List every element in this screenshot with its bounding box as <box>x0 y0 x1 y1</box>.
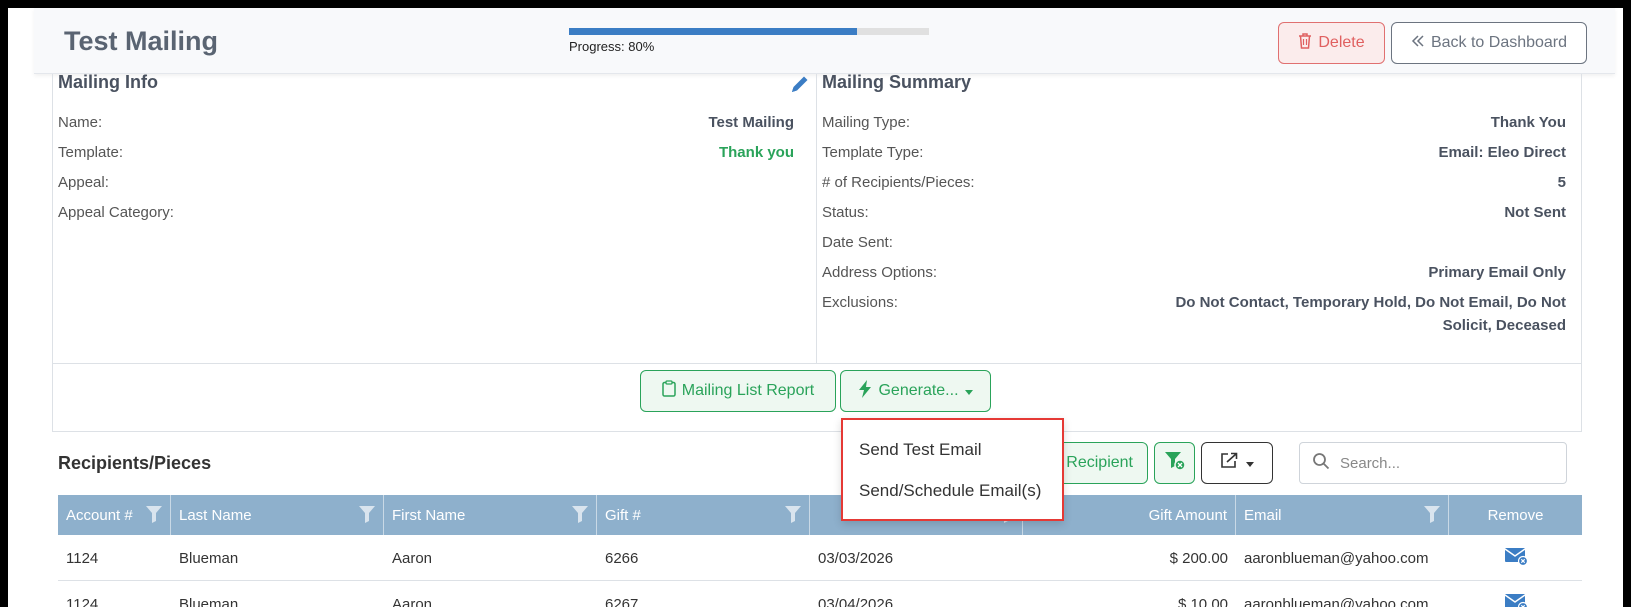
info-label-appeal-category: Appeal Category: <box>58 204 174 221</box>
remove-recipient-button[interactable] <box>1449 581 1582 607</box>
cell-gift-number: 6266 <box>605 549 639 567</box>
filter-icon[interactable] <box>1424 506 1440 527</box>
summary-label-date-sent: Date Sent: <box>822 234 893 251</box>
filter-button[interactable] <box>1154 442 1195 484</box>
cell-account: 1124 <box>66 595 99 607</box>
cell-account: 1124 <box>66 549 99 567</box>
column-header-last-name[interactable]: Last Name <box>171 495 384 535</box>
info-value-name: Test Mailing <box>708 114 794 131</box>
recipients-title: Recipients/Pieces <box>58 453 212 473</box>
cell-gift-amount: $ 10.00 <box>1177 595 1228 607</box>
progress-fill <box>569 28 857 35</box>
column-label: Remove <box>1487 506 1544 524</box>
table-row[interactable]: 1124 Blueman Aaron 6266 03/03/2026 $ 200… <box>58 535 1582 581</box>
column-label: Gift # <box>605 506 641 524</box>
filter-icon[interactable] <box>146 506 162 527</box>
caret-down-icon <box>1246 454 1254 472</box>
summary-value-address-options: Primary Email Only <box>1428 264 1566 281</box>
summary-value-recipients: 5 <box>1557 174 1566 191</box>
column-label: First Name <box>392 506 466 524</box>
filter-icon[interactable] <box>572 506 588 527</box>
generate-dropdown-button[interactable]: Generate... <box>840 370 991 412</box>
column-header-gift-number[interactable]: Gift # <box>597 495 810 535</box>
filter-icon[interactable] <box>359 506 375 527</box>
filter-icon[interactable] <box>785 506 801 527</box>
column-label: Account # <box>66 506 133 524</box>
column-header-email[interactable]: Email <box>1236 495 1449 535</box>
caret-down-icon <box>964 382 973 400</box>
generate-dropdown-menu: Send Test Email Send/Schedule Email(s) <box>841 418 1064 521</box>
summary-value-exclusions-line2: Solicit, Deceased <box>1442 317 1566 334</box>
search-input[interactable] <box>1340 454 1540 472</box>
summary-value-status: Not Sent <box>1504 204 1566 221</box>
pencil-icon[interactable] <box>789 73 811 100</box>
column-label: Email <box>1244 506 1282 524</box>
page-header: Test Mailing Progress: 80% Delete Back t… <box>34 8 1615 74</box>
generate-label: Generate... <box>878 382 959 399</box>
column-header-remove: Remove <box>1449 495 1582 535</box>
cell-email: aaronblueman@yahoo.com <box>1244 549 1429 567</box>
mailing-summary-title: Mailing Summary <box>822 72 972 92</box>
menu-item-send-schedule-emails[interactable]: Send/Schedule Email(s) <box>859 481 1041 501</box>
summary-value-exclusions-line1: Do Not Contact, Temporary Hold, Do Not E… <box>1175 294 1566 311</box>
info-value-template[interactable]: Thank you <box>719 144 794 161</box>
progress-label: Progress: 80% <box>569 39 655 54</box>
summary-label-exclusions: Exclusions: <box>822 294 898 311</box>
back-to-dashboard-button[interactable]: Back to Dashboard <box>1391 22 1587 64</box>
summary-label-mailing-type: Mailing Type: <box>822 114 911 131</box>
clipboard-icon <box>662 380 676 402</box>
envelope-remove-icon <box>1504 546 1528 570</box>
search-field[interactable] <box>1299 442 1567 484</box>
progress-indicator: Progress: 80% <box>569 28 929 54</box>
summary-label-template-type: Template Type: <box>822 144 924 161</box>
cell-last-name: Blueman <box>179 549 239 567</box>
delete-button[interactable]: Delete <box>1278 22 1385 64</box>
panel-divider <box>816 74 817 364</box>
info-label-appeal: Appeal: <box>58 174 109 191</box>
double-chevron-left-icon <box>1411 34 1425 53</box>
remove-recipient-button[interactable] <box>1449 535 1582 581</box>
summary-label-recipients: # of Recipients/Pieces: <box>822 174 975 191</box>
mailing-list-report-button[interactable]: Mailing List Report <box>640 370 836 412</box>
table-header: Account # Last Name First Name Gift # Gi… <box>58 495 1582 535</box>
cell-last-name: Blueman <box>179 595 239 607</box>
column-label: Last Name <box>179 506 252 524</box>
column-header-first-name[interactable]: First Name <box>384 495 597 535</box>
column-label: Gift Amount <box>1148 506 1227 524</box>
lightning-icon <box>858 379 872 403</box>
column-header-account[interactable]: Account # <box>58 495 171 535</box>
export-dropdown-button[interactable] <box>1201 442 1273 484</box>
cell-first-name: Aaron <box>392 549 433 567</box>
filter-clear-icon <box>1164 451 1186 476</box>
trash-icon <box>1298 32 1312 54</box>
summary-label-status: Status: <box>822 204 869 221</box>
cell-gift-amount: $ 200.00 <box>1169 549 1228 567</box>
back-button-label: Back to Dashboard <box>1430 34 1568 51</box>
summary-value-mailing-type: Thank You <box>1490 114 1566 131</box>
progress-track <box>569 28 929 35</box>
mailing-details-panel <box>52 74 1582 364</box>
delete-button-label: Delete <box>1318 34 1365 51</box>
info-label-template: Template: <box>58 144 124 161</box>
menu-item-send-test-email[interactable]: Send Test Email <box>859 440 982 460</box>
table-row[interactable]: 1124 Blueman Aaron 6267 03/04/2026 $ 10.… <box>58 581 1582 607</box>
app-window: Test Mailing Progress: 80% Delete Back t… <box>8 8 1623 607</box>
mailing-info-title: Mailing Info <box>58 72 158 92</box>
summary-value-template-type: Email: Eleo Direct <box>1438 144 1566 161</box>
page-title: Test Mailing <box>64 26 219 56</box>
info-label-name: Name: <box>58 114 103 131</box>
cell-first-name: Aaron <box>392 595 433 607</box>
add-recipient-label: Recipient <box>1066 454 1133 471</box>
cell-gift-number: 6267 <box>605 595 639 607</box>
summary-label-address-options: Address Options: <box>822 264 938 281</box>
cell-date: 03/03/2026 <box>818 549 894 567</box>
envelope-remove-icon <box>1504 592 1528 607</box>
share-icon <box>1220 452 1238 474</box>
search-icon <box>1312 452 1330 475</box>
mailing-list-report-label: Mailing List Report <box>681 382 815 399</box>
cell-email: aaronblueman@yahoo.com <box>1244 595 1429 607</box>
cell-date: 03/04/2026 <box>818 595 894 607</box>
